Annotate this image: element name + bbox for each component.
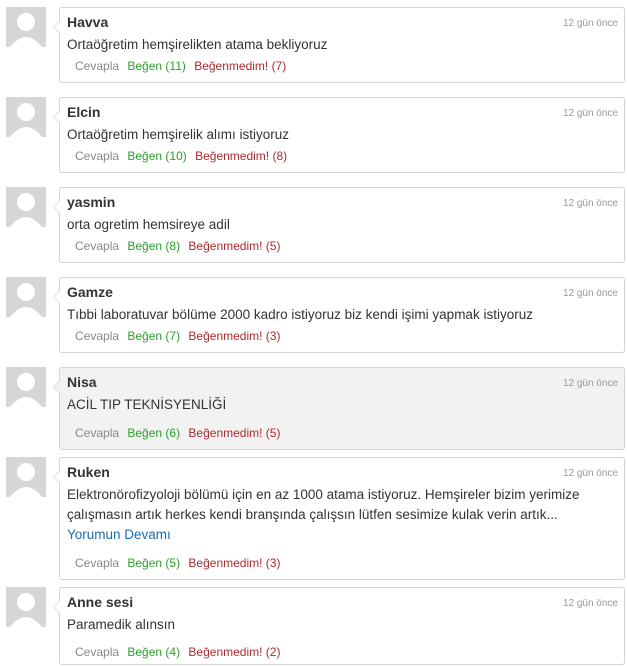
comment-text-body: orta ogretim hemsireye adil	[67, 217, 230, 232]
like-link[interactable]: Beğen (7)	[127, 329, 180, 343]
comment-author[interactable]: yasmin	[67, 194, 115, 210]
comment-text-body: Elektronörofizyoloji bölümü için en az 1…	[67, 487, 580, 522]
comment-time: 12 gün önce	[562, 468, 618, 479]
comment-author[interactable]: Havva	[67, 14, 108, 30]
comment-actions: Cevapla Beğen (10) Beğenmedim! (8)	[75, 149, 292, 163]
user-silhouette-icon	[6, 277, 46, 317]
user-silhouette-icon	[6, 187, 46, 227]
comment-bubble: Havva 12 gün önce Ortaöğretim hemşirelik…	[53, 7, 625, 83]
like-link[interactable]: Beğen (4)	[127, 645, 180, 659]
comment-bubble: Ruken 12 gün önce Elektronörofizyoloji b…	[53, 457, 625, 580]
comment-text: Paramedik alınsın	[67, 615, 610, 635]
avatar	[6, 277, 46, 317]
comment-time: 12 gün önce	[562, 198, 618, 209]
comment-author[interactable]: Gamze	[67, 284, 113, 300]
avatar	[6, 587, 46, 627]
comment-actions: Cevapla Beğen (8) Beğenmedim! (5)	[75, 239, 285, 253]
user-silhouette-icon	[6, 457, 46, 497]
read-more-link[interactable]: Yorumun Devamı	[67, 527, 171, 542]
avatar	[6, 187, 46, 227]
dislike-link[interactable]: Beğenmedim! (7)	[194, 59, 286, 73]
comment-text: Tıbbi laboratuvar bölüme 2000 kadro isti…	[67, 305, 610, 325]
dislike-link[interactable]: Beğenmedim! (2)	[188, 645, 280, 659]
comment-author[interactable]: Nisa	[67, 374, 97, 390]
comment-text-body: Paramedik alınsın	[67, 617, 176, 632]
comment-bubble: Anne sesi 12 gün önce Paramedik alınsın …	[53, 587, 625, 665]
comment-bubble: yasmin 12 gün önce orta ogretim hemsirey…	[53, 187, 625, 263]
reply-link[interactable]: Cevapla	[75, 556, 119, 570]
comment-actions: Cevapla Beğen (7) Beğenmedim! (3)	[75, 329, 285, 343]
comment-time: 12 gün önce	[562, 18, 618, 29]
comment-text-body: Ortaöğretim hemşirelikten atama bekliyor…	[67, 37, 328, 52]
avatar	[6, 7, 46, 47]
reply-link[interactable]: Cevapla	[75, 426, 119, 440]
user-silhouette-icon	[6, 587, 46, 627]
comment-author[interactable]: Elcin	[67, 104, 100, 120]
comment-time: 12 gün önce	[562, 598, 618, 609]
comment-text: ACİL TIP TEKNİSYENLİĞİ	[67, 395, 610, 415]
reply-link[interactable]: Cevapla	[75, 149, 119, 163]
like-link[interactable]: Beğen (11)	[127, 59, 185, 73]
dislike-link[interactable]: Beğenmedim! (3)	[188, 556, 280, 570]
comment-text: Ortaöğretim hemşirelik alımı istiyoruz	[67, 125, 610, 145]
reply-link[interactable]: Cevapla	[75, 59, 119, 73]
like-link[interactable]: Beğen (6)	[127, 426, 180, 440]
like-link[interactable]: Beğen (5)	[127, 556, 180, 570]
comment-actions: Cevapla Beğen (6) Beğenmedim! (5)	[75, 426, 285, 440]
comment-text-body: Tıbbi laboratuvar bölüme 2000 kadro isti…	[67, 307, 533, 322]
user-silhouette-icon	[6, 7, 46, 47]
like-link[interactable]: Beğen (10)	[127, 149, 186, 163]
like-link[interactable]: Beğen (8)	[127, 239, 180, 253]
reply-link[interactable]: Cevapla	[75, 239, 119, 253]
comment-time: 12 gün önce	[562, 108, 618, 119]
dislike-link[interactable]: Beğenmedim! (8)	[195, 149, 287, 163]
comment-text-body: Ortaöğretim hemşirelik alımı istiyoruz	[67, 127, 290, 142]
comment-text: Elektronörofizyoloji bölümü için en az 1…	[67, 485, 610, 545]
reply-link[interactable]: Cevapla	[75, 645, 119, 659]
dislike-link[interactable]: Beğenmedim! (5)	[188, 426, 280, 440]
comment-bubble: Gamze 12 gün önce Tıbbi laboratuvar bölü…	[53, 277, 625, 353]
comment-bubble: Elcin 12 gün önce Ortaöğretim hemşirelik…	[53, 97, 625, 173]
comment-text: orta ogretim hemsireye adil	[67, 215, 610, 235]
comment-actions: Cevapla Beğen (11) Beğenmedim! (7)	[75, 59, 291, 73]
comment-actions: Cevapla Beğen (5) Beğenmedim! (3)	[75, 556, 285, 570]
reply-link[interactable]: Cevapla	[75, 329, 119, 343]
dislike-link[interactable]: Beğenmedim! (5)	[188, 239, 280, 253]
comment-text: Ortaöğretim hemşirelikten atama bekliyor…	[67, 35, 610, 55]
dislike-link[interactable]: Beğenmedim! (3)	[188, 329, 280, 343]
comment-bubble: Nisa 12 gün önce ACİL TIP TEKNİSYENLİĞİ …	[53, 367, 625, 450]
avatar	[6, 457, 46, 497]
comment-time: 12 gün önce	[562, 288, 618, 299]
comment-author[interactable]: Anne sesi	[67, 594, 133, 610]
comment-text-body: ACİL TIP TEKNİSYENLİĞİ	[67, 397, 227, 412]
avatar	[6, 97, 46, 137]
comment-actions: Cevapla Beğen (4) Beğenmedim! (2)	[75, 645, 285, 659]
avatar	[6, 367, 46, 407]
comment-time: 12 gün önce	[562, 378, 618, 389]
user-silhouette-icon	[6, 367, 46, 407]
user-silhouette-icon	[6, 97, 46, 137]
comment-author[interactable]: Ruken	[67, 464, 110, 480]
